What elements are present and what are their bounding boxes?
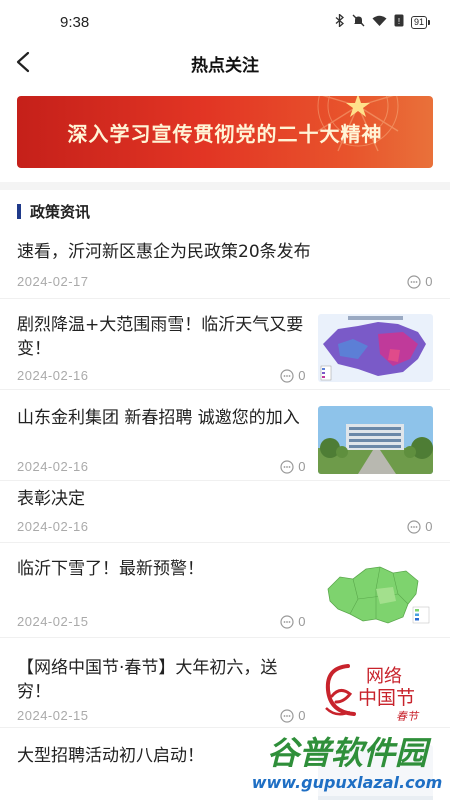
section-divider xyxy=(0,182,450,190)
comment-count-value: 0 xyxy=(298,614,306,629)
news-list: 速看，沂河新区惠企为民政策20条发布 2024-02-17 0 剧烈降温+大范围… xyxy=(0,232,450,800)
news-item[interactable]: 临沂下雪了！最新预警！ 2024-02-15 0 xyxy=(0,543,450,638)
weather-map-thumbnail xyxy=(318,314,433,382)
comment-count-value: 0 xyxy=(298,368,306,383)
news-title: 表彰决定 xyxy=(17,489,85,509)
news-item[interactable]: 速看，沂河新区惠企为民政策20条发布 2024-02-17 0 xyxy=(0,232,450,299)
news-title: 【网络中国节·春节】大年初六，送穷！ xyxy=(17,658,278,702)
comment-count: 0 xyxy=(280,614,306,629)
news-thumbnail xyxy=(318,745,433,800)
news-title: 速看，沂河新区惠企为民政策20条发布 xyxy=(17,242,311,262)
comment-count: 0 xyxy=(407,274,433,289)
news-date: 2024-02-16 xyxy=(17,459,89,474)
nav-bar: 热点关注 xyxy=(0,44,450,82)
news-item[interactable]: 【网络中国节·春节】大年初六，送穷！ 2024-02-15 0 网络 中国节 春… xyxy=(0,638,450,728)
news-date: 2024-02-16 xyxy=(17,368,89,383)
comment-count: 0 xyxy=(280,459,306,474)
news-title: 大型招聘活动初八启动！ xyxy=(17,746,204,766)
comment-count-value: 0 xyxy=(298,708,306,723)
battery-level: 91 xyxy=(410,15,427,29)
festival-logo-text-3: 春节 xyxy=(396,710,420,723)
status-bar: 9:38 ! 91 xyxy=(0,0,450,44)
status-time: 9:38 xyxy=(60,13,90,31)
comment-icon xyxy=(407,519,421,534)
news-title: 临沂下雪了！最新预警！ xyxy=(17,559,204,579)
news-date: 2024-02-15 xyxy=(17,708,89,723)
section-header: 政策资讯 xyxy=(0,190,450,232)
banner-text: 深入学习宣传贯彻党的二十大精神 xyxy=(67,121,383,146)
comment-count: 0 xyxy=(407,519,433,534)
back-button[interactable] xyxy=(8,46,40,78)
comment-count-value: 0 xyxy=(425,519,433,534)
news-date: 2024-02-16 xyxy=(17,519,89,534)
news-item[interactable]: 剧烈降温+大范围雨雪！临沂天气又要变！ 2024-02-16 0 xyxy=(0,299,450,390)
section-accent-bar xyxy=(17,203,21,219)
comment-icon xyxy=(407,274,421,289)
page-title: 热点关注 xyxy=(191,55,259,76)
comment-count: 0 xyxy=(280,708,306,723)
comment-icon xyxy=(280,459,294,474)
comment-count-value: 0 xyxy=(298,459,306,474)
comment-count-value: 0 xyxy=(425,274,433,289)
battery-icon: 91 xyxy=(410,15,430,29)
section-title: 政策资讯 xyxy=(30,202,91,221)
festival-logo-thumbnail: 网络 中国节 春节 xyxy=(318,655,433,724)
news-title: 山东金利集团 新春招聘 诚邀您的加入 xyxy=(17,408,300,428)
news-date: 2024-02-17 xyxy=(17,274,89,289)
building-photo-thumbnail xyxy=(318,406,433,474)
news-item[interactable]: 大型招聘活动初八启动！ 2024-02-15 xyxy=(0,728,450,800)
region-map-thumbnail xyxy=(318,559,433,627)
news-title: 剧烈降温+大范围雨雪！临沂天气又要变！ xyxy=(17,315,304,359)
wifi-icon xyxy=(372,15,387,30)
festival-logo-text-2: 中国节 xyxy=(358,687,415,709)
news-item[interactable]: 山东金利集团 新春招聘 诚邀您的加入 2024-02-16 0 xyxy=(0,390,450,481)
comment-icon xyxy=(280,708,294,723)
svg-text:!: ! xyxy=(398,17,400,26)
mute-icon xyxy=(352,14,365,30)
chevron-left-icon xyxy=(16,51,30,73)
status-icons: ! 91 xyxy=(335,13,430,30)
comment-icon xyxy=(280,614,294,629)
comment-count: 0 xyxy=(280,368,306,383)
bluetooth-icon xyxy=(335,13,345,30)
festival-logo-text-1: 网络 xyxy=(366,666,402,687)
comment-icon xyxy=(280,368,294,383)
sim-icon: ! xyxy=(394,14,404,30)
banner[interactable]: 深入学习宣传贯彻党的二十大精神 xyxy=(17,96,433,168)
news-item[interactable]: 表彰决定 2024-02-16 0 xyxy=(0,481,450,543)
news-date: 2024-02-15 xyxy=(17,614,89,629)
